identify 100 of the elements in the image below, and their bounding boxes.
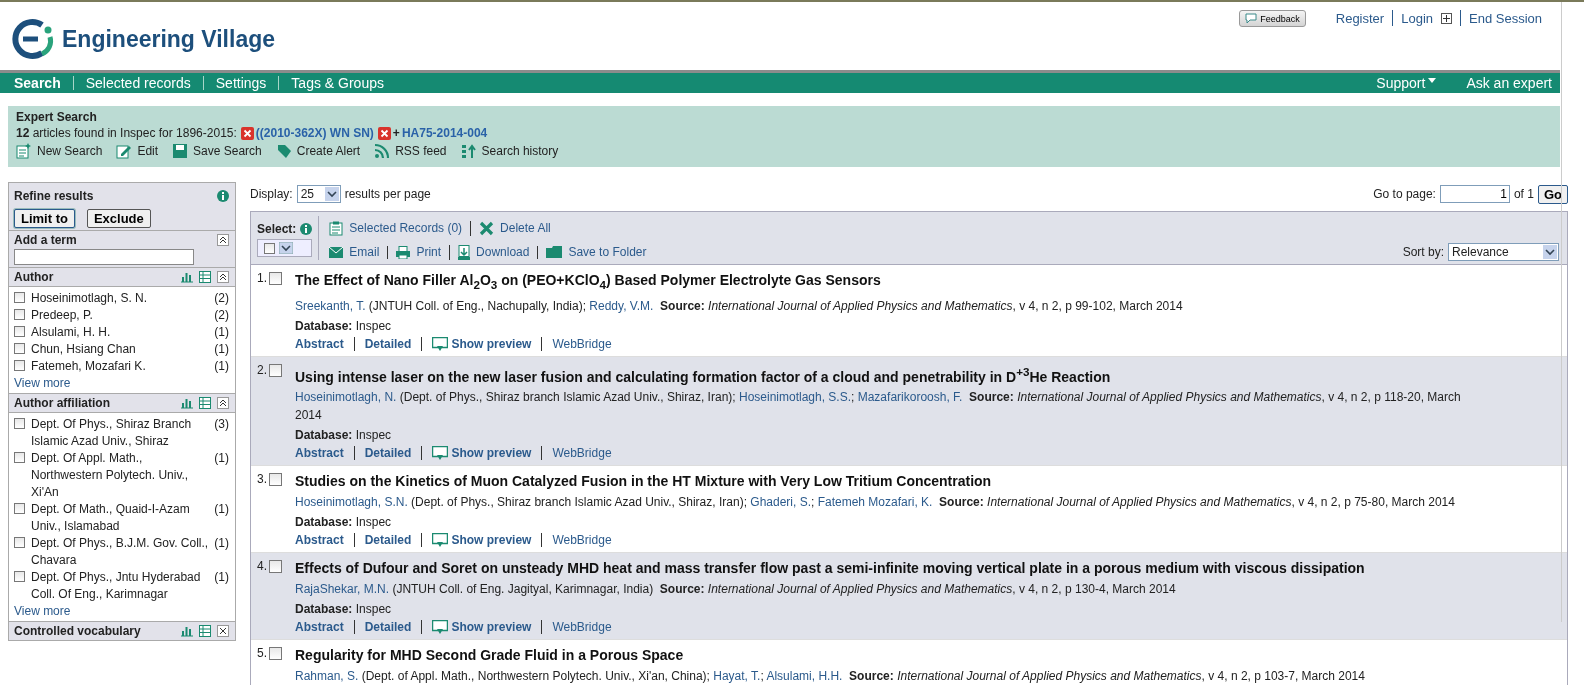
author-link[interactable]: Alsulami, H.H. (766, 669, 843, 684)
toolbar-link[interactable]: Email (329, 245, 388, 259)
refine-button[interactable]: Exclude (86, 209, 151, 228)
author-link[interactable]: Hoseinimotlagh, S.S. (738, 390, 852, 405)
checkbox[interactable] (14, 309, 25, 320)
close-icon[interactable] (217, 625, 229, 637)
result-link[interactable]: Abstract (295, 533, 354, 548)
support-menu[interactable]: Support (1346, 76, 1437, 90)
result-link[interactable]: Detailed (353, 620, 422, 635)
facet-option[interactable]: Hoseinimotlagh, S. N. (31, 290, 209, 307)
result-title[interactable]: Using intense laser on the new laser fusion and calculating formation factor of a cloud and penetrability in D$^{+3}$He Reaction (295, 362, 1479, 386)
result-link[interactable]: Abstract (295, 446, 354, 461)
info-icon[interactable] (300, 223, 313, 235)
facet-option[interactable]: Dept. Of Math., Quaid-I-Azam Univ., Islamabad (31, 501, 209, 535)
result-link[interactable]: Show preview (421, 533, 542, 548)
result-title[interactable]: Effects of Dufour and Soret on unsteady MHD heat and mass transfer flow past a semi-infinite moving vertical plate in a porous medium with viscous dissipation (295, 559, 1479, 578)
toolbar-link[interactable]: Download (449, 244, 538, 260)
author-link[interactable]: RajaShekar, M.N. (295, 582, 390, 597)
add-term-field[interactable] (14, 249, 194, 265)
checkbox[interactable] (269, 647, 282, 661)
select-all-control[interactable] (257, 239, 313, 257)
result-title[interactable]: The Effect of Nano Filler Al$_{2}$O$_{3}$ on (PEO+KClO$_{4}$) Based Polymer Electrolyte Gas Sensors (295, 271, 1479, 294)
search-action[interactable]: Create Alert (275, 143, 361, 159)
bar-chart-icon[interactable] (181, 271, 193, 283)
checkbox[interactable] (14, 537, 25, 548)
bar-chart-icon[interactable] (181, 625, 193, 637)
result-link[interactable]: WebBridge (541, 620, 622, 635)
search-action[interactable]: Save Search (172, 143, 262, 159)
feedback-button[interactable]: Feedback (1239, 10, 1306, 27)
result-link[interactable]: Detailed (353, 533, 422, 548)
result-link[interactable]: Detailed (353, 446, 422, 461)
remove-icon[interactable] (377, 126, 391, 140)
result-title[interactable]: Studies on the Kinetics of Muon Catalyzed Fusion in the HT Mixture with Very Low Tritium Concentration (295, 472, 1479, 491)
result-link[interactable]: Abstract (295, 620, 354, 635)
toolbar-link[interactable]: Selected Records (0) (329, 220, 471, 236)
search-action[interactable]: Edit (116, 143, 159, 159)
result-link[interactable]: Show preview (421, 446, 542, 461)
checkbox[interactable] (14, 343, 25, 354)
page-field[interactable]: 1 (1439, 185, 1510, 203)
nav-tab[interactable]: Selected records (72, 76, 203, 90)
author-link[interactable]: Hoseinimotlagh, N. (295, 390, 397, 405)
facet-option[interactable]: Predeep, P. (31, 307, 209, 324)
author-link[interactable]: Rahman, S. (295, 669, 359, 684)
info-icon[interactable] (217, 190, 229, 202)
toolbar-link[interactable]: Delete All (470, 220, 559, 236)
facet-option[interactable]: Dept. Of Phys., Shiraz Branch Islamic Azad Univ., Shiraz (31, 416, 209, 450)
facet-option[interactable]: Alsulami, H. H. (31, 324, 209, 341)
query-term[interactable]: HA75-2014-004 (401, 126, 488, 140)
go-button[interactable]: Go (1537, 184, 1568, 204)
plus-box-icon[interactable] (1441, 12, 1452, 24)
table-icon[interactable] (199, 625, 211, 637)
facet-option[interactable]: Dept. Of Phys., Jntu Hyderabad Coll. Of Eng., Karimnagar (31, 569, 209, 603)
search-action[interactable]: New Search (16, 143, 103, 159)
author-link[interactable]: Hoseinimotlagh, S.N. (295, 495, 408, 510)
result-link[interactable]: Show preview (421, 620, 542, 635)
nav-tab[interactable]: Search (14, 76, 73, 90)
refine-button[interactable]: Limit to (14, 209, 75, 228)
collapse-icon[interactable] (217, 234, 229, 246)
nav-link[interactable]: Ask an expert (1436, 76, 1552, 90)
bar-chart-icon[interactable] (181, 397, 193, 409)
checkbox[interactable] (14, 503, 25, 514)
result-link[interactable]: WebBridge (541, 336, 622, 351)
author-link[interactable]: Reddy, V.M. (589, 298, 654, 313)
collapse-icon[interactable] (217, 271, 229, 283)
checkbox[interactable] (269, 560, 282, 574)
checkbox[interactable] (14, 418, 25, 429)
view-more-link[interactable]: View more (14, 375, 229, 391)
remove-icon[interactable] (240, 126, 254, 140)
checkbox[interactable] (269, 272, 282, 285)
search-action[interactable]: RSS feed (374, 143, 447, 159)
query-term[interactable]: ((2010-362X) WN SN) (255, 126, 374, 140)
toolbar-link[interactable]: Print (387, 245, 450, 259)
result-title[interactable]: Regularity for MHD Second Grade Fluid in a Porous Space (295, 646, 1479, 665)
view-more-link[interactable]: View more (14, 603, 229, 619)
header-link[interactable]: End Session (1469, 10, 1542, 26)
checkbox[interactable] (269, 473, 282, 487)
sort-select[interactable]: Relevance (1448, 243, 1559, 261)
search-action[interactable]: Search history (460, 143, 559, 159)
header-link[interactable]: Register (1335, 10, 1385, 26)
facet-option[interactable]: Dept. Of Appl. Math., Northwestern Polytech. Univ., Xi'An (31, 450, 209, 501)
checkbox[interactable] (269, 363, 282, 377)
header-link[interactable]: Login (1401, 10, 1433, 26)
toolbar-link[interactable]: Save to Folder (537, 245, 655, 259)
author-link[interactable]: Mazafarikoroosh, F. (857, 390, 963, 405)
author-link[interactable]: Sreekanth, T. (295, 298, 366, 313)
facet-option[interactable]: Dept. Of Phys., B.J.M. Gov. Coll., Chavara (31, 535, 209, 569)
checkbox[interactable] (14, 292, 25, 303)
checkbox[interactable] (14, 571, 25, 582)
per-page-select[interactable]: 25 (296, 185, 341, 203)
checkbox[interactable] (14, 360, 25, 371)
table-icon[interactable] (199, 397, 211, 409)
collapse-icon[interactable] (217, 397, 229, 409)
checkbox[interactable] (14, 452, 25, 463)
facet-option[interactable]: Chun, Hsiang Chan (31, 341, 209, 358)
nav-tab[interactable]: Settings (202, 76, 279, 90)
result-link[interactable]: Abstract (295, 336, 354, 351)
author-link[interactable]: Fatemeh Mozafari, K. (817, 495, 933, 510)
checkbox[interactable] (14, 326, 25, 337)
facet-option[interactable]: Fatemeh, Mozafari K. (31, 358, 209, 375)
result-link[interactable]: Show preview (421, 336, 542, 351)
